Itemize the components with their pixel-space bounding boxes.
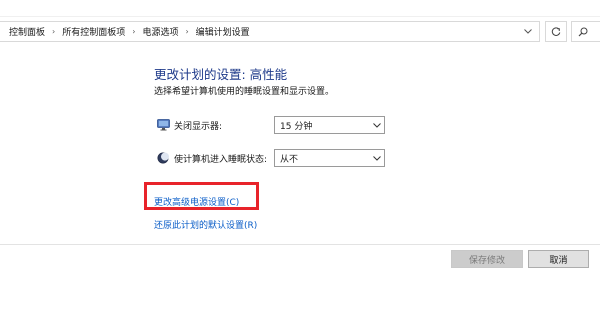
- search-input[interactable]: [571, 21, 600, 42]
- breadcrumb-item-edit-plan[interactable]: 编辑计划设置: [194, 25, 252, 38]
- breadcrumb-separator-icon[interactable]: ›: [127, 27, 140, 36]
- display-off-value: 15 分钟: [280, 121, 313, 132]
- display-off-label: 关闭显示器:: [174, 121, 223, 132]
- address-bar: 控制面板 › 所有控制面板项 › 电源选项 › 编辑计划设置: [0, 17, 600, 45]
- power-plan-settings-window: 控制面板 › 所有控制面板项 › 电源选项 › 编辑计划设置 更改计划的设置: …: [0, 0, 600, 323]
- chevron-down-icon: [524, 29, 532, 34]
- display-off-select[interactable]: 15 分钟: [274, 116, 385, 134]
- moon-icon: [156, 151, 170, 165]
- chevron-down-icon: [370, 122, 384, 128]
- search-icon: [578, 27, 588, 36]
- breadcrumb-label: 电源选项: [142, 28, 179, 38]
- breadcrumb-separator-icon[interactable]: ›: [47, 27, 60, 36]
- breadcrumb-item-all-items[interactable]: 所有控制面板项: [60, 25, 127, 38]
- breadcrumb-label: 控制面板: [9, 28, 46, 38]
- display-off-row: 关闭显示器:: [156, 116, 222, 134]
- sleep-label: 使计算机进入睡眠状态:: [174, 154, 268, 165]
- breadcrumb-items: 控制面板 › 所有控制面板项 › 电源选项 › 编辑计划设置: [0, 25, 517, 38]
- breadcrumb-separator-icon[interactable]: ›: [180, 27, 193, 36]
- refresh-button[interactable]: [545, 21, 567, 42]
- breadcrumb-label: 所有控制面板项: [62, 28, 126, 38]
- page-title: 更改计划的设置: 高性能: [154, 67, 288, 82]
- footer-divider: [0, 244, 600, 245]
- monitor-icon: [156, 118, 170, 132]
- chevron-down-icon: [370, 155, 384, 161]
- page-subtitle: 选择希望计算机使用的睡眠设置和显示设置。: [154, 87, 335, 97]
- cancel-button[interactable]: 取消: [528, 250, 589, 268]
- address-dropdown-button[interactable]: [517, 22, 539, 41]
- breadcrumb[interactable]: 控制面板 › 所有控制面板项 › 电源选项 › 编辑计划设置: [0, 21, 540, 42]
- sleep-value: 从不: [280, 154, 299, 165]
- sleep-row: 使计算机进入睡眠状态:: [156, 149, 267, 167]
- restore-defaults-link[interactable]: 还原此计划的默认设置(R): [154, 218, 257, 231]
- window-top-strip: [0, 0, 600, 17]
- breadcrumb-label: 编辑计划设置: [195, 28, 250, 38]
- advanced-power-settings-link[interactable]: 更改高级电源设置(C): [154, 195, 239, 208]
- breadcrumb-item-control-panel[interactable]: 控制面板: [7, 25, 47, 38]
- breadcrumb-item-power-options[interactable]: 电源选项: [140, 25, 180, 38]
- sleep-select[interactable]: 从不: [274, 149, 385, 167]
- refresh-icon: [551, 26, 561, 36]
- save-changes-button[interactable]: 保存修改: [451, 250, 523, 268]
